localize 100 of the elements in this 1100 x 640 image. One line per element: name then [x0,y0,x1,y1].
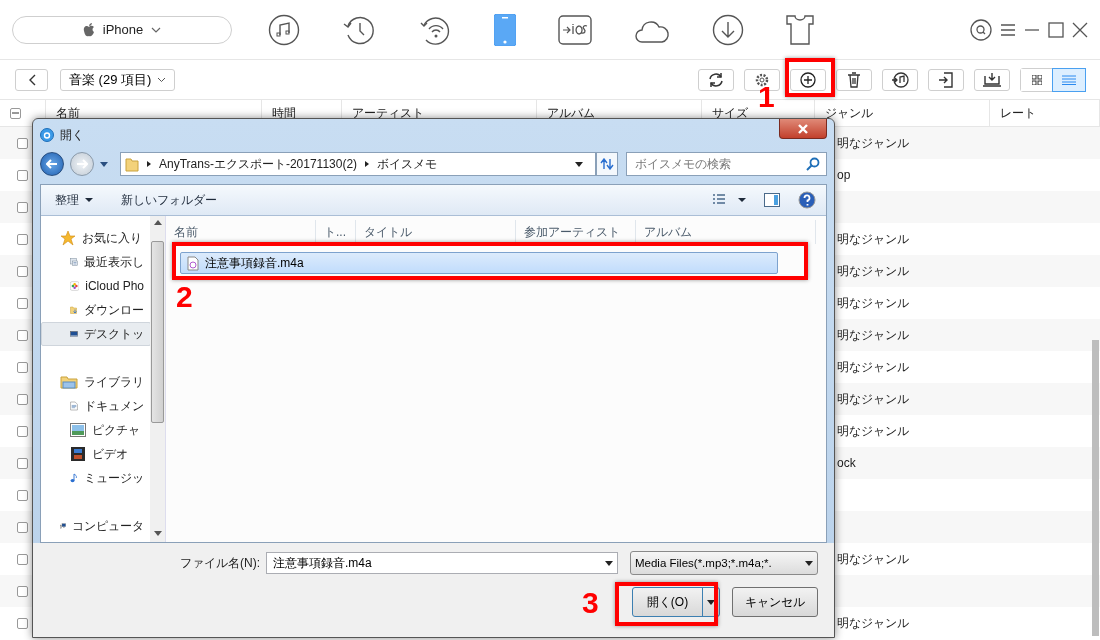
row-checkbox[interactable] [17,553,28,565]
scroll-down-icon[interactable] [153,531,162,536]
phone-icon[interactable] [494,13,516,46]
genre-cell: 明なジャンル [837,231,909,246]
nav-item[interactable]: デスクトッ [41,322,151,346]
genre-cell: 明なジャンル [837,135,909,150]
maximize-icon[interactable] [1048,21,1064,38]
preview-pane-icon[interactable] [764,193,780,207]
import-icon [938,71,954,88]
column-header[interactable]: アルバム [636,220,816,244]
refresh-button[interactable] [596,152,618,176]
genre-cell: 明なジャンル [837,551,909,566]
breadcrumb[interactable]: ボイスメモ [377,155,438,173]
device-name: iPhone [102,22,144,37]
ios-transfer-icon[interactable] [558,14,592,45]
row-checkbox[interactable] [17,137,28,149]
view-options-icon[interactable] [712,194,746,206]
breadcrumb[interactable]: AnyTrans-エクスポート-20171130(2) [159,155,358,173]
toolbar-button[interactable] [882,68,918,91]
row-checkbox[interactable] [17,425,28,437]
scrollbar[interactable] [150,216,165,542]
step-number: 2 [176,282,193,312]
nav-item[interactable]: コンピュータ [41,514,151,538]
genre-cell: 明なジャンル [837,391,909,406]
refresh-icon [708,71,724,88]
step-number: 3 [582,588,599,618]
row-checkbox[interactable] [17,617,28,629]
row-checkbox[interactable] [17,361,28,373]
computer-download-icon [982,71,1002,88]
scroll-up-icon[interactable] [153,220,162,225]
command-button[interactable]: 整理 [55,191,93,209]
nav-item[interactable]: ライブラリ [41,370,151,394]
column-header[interactable]: レート [990,100,1100,126]
row-checkbox[interactable] [17,489,28,501]
row-checkbox[interactable] [17,393,28,405]
nav-item[interactable]: お気に入り [41,226,151,250]
column-header[interactable]: ト... [316,220,356,244]
app-icon [40,128,54,142]
column-header[interactable]: 名前 [166,220,316,244]
select-all-checkbox[interactable] [10,107,21,119]
category-dropdown[interactable]: 音楽 (29 項目) [60,68,176,91]
toolbar-button[interactable] [790,68,826,91]
filename-field[interactable]: 注意事項録音.m4a [266,552,618,574]
library-folder-icon [60,374,78,390]
row-checkbox[interactable] [17,233,28,245]
genre-cell: 明なジャンル [837,359,909,374]
search-field[interactable]: ボイスメモの検索 [626,152,827,176]
forward-button[interactable] [70,152,94,176]
file-type-dropdown[interactable]: Media Files(*.mp3;*.m4a;*. [630,551,818,575]
photos-icon [70,278,80,294]
row-checkbox[interactable] [17,169,28,181]
nav-item[interactable]: ダウンロー [41,298,151,322]
download-icon[interactable] [712,13,744,46]
refresh-icon [600,158,614,170]
menu-icon[interactable] [1000,22,1016,37]
row-checkbox[interactable] [17,585,28,597]
row-checkbox[interactable] [17,297,28,309]
cancel-button[interactable]: キャンセル [732,587,818,617]
genre-cell: 明なジャンル [837,263,909,278]
audio-file-icon [187,255,199,271]
dropdown-icon[interactable] [707,599,715,605]
close-icon [797,123,809,134]
row-checkbox[interactable] [17,329,28,341]
dropdown-icon[interactable] [100,161,108,167]
file-item[interactable]: 注意事項録音.m4a [180,252,778,274]
column-header[interactable]: 参加アーティスト [516,220,636,244]
document-icon [70,398,78,414]
row-checkbox[interactable] [17,521,28,533]
row-checkbox[interactable] [17,265,28,277]
dropdown-icon[interactable] [575,161,583,167]
column-header[interactable]: タイトル [356,220,516,244]
address-bar[interactable]: AnyTrans-エクスポート-20171130(2) ボイスメモ [120,152,596,176]
search-icon[interactable] [806,157,820,171]
search-field[interactable]: ボイスメモの検索 [633,156,806,172]
close-button[interactable] [779,119,827,139]
genre-cell: 明なジャンル [837,327,909,342]
row-checkbox[interactable] [17,457,28,469]
music-icon[interactable] [268,13,300,46]
help-icon[interactable] [798,191,816,209]
film-icon [70,446,86,462]
nav-item[interactable]: ミュージッ [41,466,151,490]
toolbar-button[interactable] [836,68,872,91]
arrow-left-icon [46,159,58,169]
shirt-icon[interactable] [786,14,814,45]
row-checkbox[interactable] [17,201,28,213]
nav-item[interactable]: ピクチャ [41,418,151,442]
filename-field[interactable]: 注意事項録音.m4a [271,555,605,571]
dropdown-icon[interactable] [605,560,613,566]
command-button[interactable]: 新しいフォルダー [121,191,217,209]
trash-icon [846,71,862,88]
open-button[interactable]: 開く(O) [632,587,720,617]
highlight-frame [785,58,835,97]
back-button[interactable] [40,152,64,176]
toolbar-button[interactable] [698,68,734,91]
close-icon[interactable] [1072,21,1088,38]
scrollbar[interactable] [1092,340,1099,636]
apple-icon [82,22,95,37]
nav-item[interactable]: ドキュメン [41,394,151,418]
chevron-down-icon [157,76,167,83]
search-icon[interactable] [970,18,992,41]
